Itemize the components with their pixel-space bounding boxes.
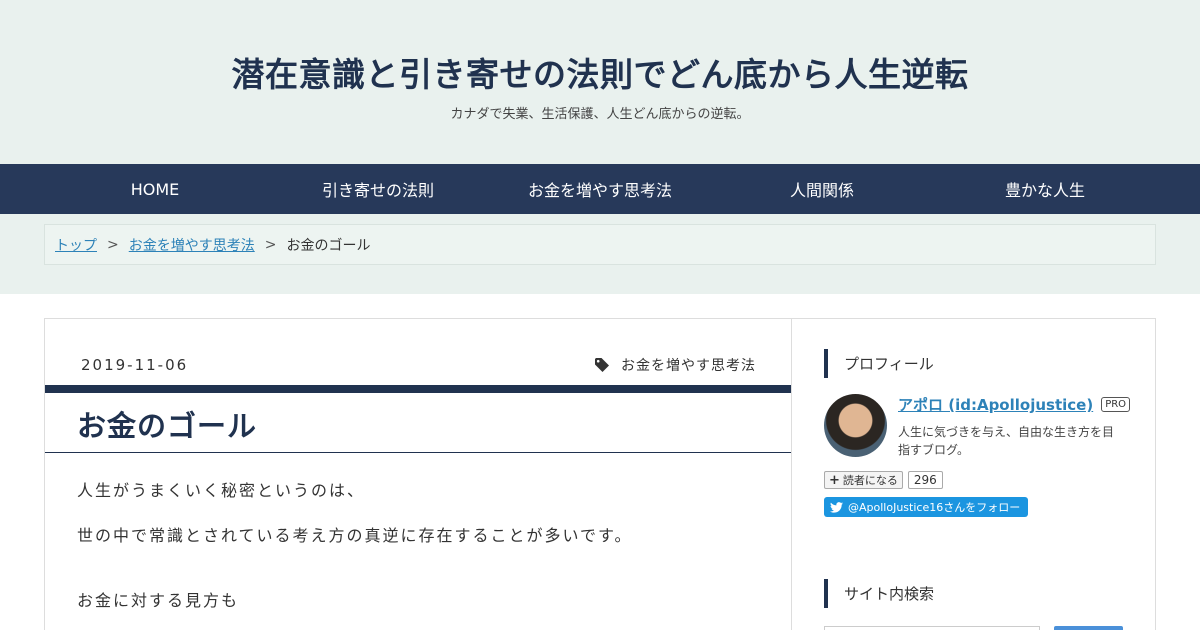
profile-name-line: アポロ (id:Apollojustice) PRO [898, 394, 1131, 415]
reader-count: 296 [907, 471, 943, 489]
plus-icon: + [829, 472, 840, 488]
pro-badge: PRO [1101, 397, 1131, 412]
entry-category-label: お金を増やす思考法 [621, 358, 756, 374]
entry-card: 2019-11-06 お金を増やす思考法 お金のゴール 人生がうまくいく秘密とい… [44, 318, 792, 630]
breadcrumb-separator: > [264, 236, 277, 253]
site-header: 潜在意識と引き寄せの法則でどん底から人生逆転 カナダで失業、生活保護、人生どん底… [0, 0, 1200, 164]
content-area: 2019-11-06 お金を増やす思考法 お金のゴール 人生がうまくいく秘密とい… [0, 294, 1200, 630]
twitter-bird-icon [830, 501, 843, 513]
sidebar: プロフィール アポロ (id:Apollojustice) PRO 人生に気づき… [791, 318, 1156, 630]
entry-body: 人生がうまくいく秘密というのは、 世の中で常識とされている考え方の真逆に存在する… [77, 481, 756, 630]
nav-item-relationships[interactable]: 人間関係 [754, 164, 890, 214]
site-title[interactable]: 潜在意識と引き寄せの法則でどん底から人生逆転 [0, 0, 1200, 96]
breadcrumb-area: トップ > お金を増やす思考法 > お金のゴール [0, 214, 1200, 294]
search-button[interactable] [1054, 626, 1123, 630]
entry-paragraph: 人生がうまくいく秘密というのは、 [77, 481, 366, 500]
tag-icon [595, 358, 609, 372]
title-underline [45, 452, 791, 453]
profile-heading: プロフィール [824, 349, 934, 378]
twitter-follow-label: @ApolloJustice16さんをフォロー [848, 501, 1021, 514]
avatar[interactable] [824, 394, 887, 457]
global-nav: HOME 引き寄せの法則 お金を増やす思考法 人間関係 豊かな人生 [0, 164, 1200, 214]
breadcrumb-top-link[interactable]: トップ [55, 235, 97, 255]
subscribe-label: 読者になる [842, 474, 898, 487]
breadcrumb: トップ > お金を増やす思考法 > お金のゴール [44, 224, 1156, 265]
breadcrumb-current: お金のゴール [286, 237, 371, 254]
entry-date[interactable]: 2019-11-06 [81, 356, 188, 374]
site-description: カナダで失業、生活保護、人生どん底からの逆転。 [450, 107, 750, 122]
title-top-bar [45, 385, 791, 393]
breadcrumb-category-link[interactable]: お金を増やす思考法 [129, 235, 255, 255]
search-heading: サイト内検索 [824, 579, 934, 608]
entry-paragraph: 世の中で常識とされている考え方の真逆に存在することが多いです。 [77, 526, 633, 545]
profile-name-link[interactable]: アポロ (id:Apollojustice) [898, 394, 1093, 415]
profile-module: アポロ (id:Apollojustice) PRO 人生に気づきを与え、自由な… [824, 394, 1131, 459]
profile-info: アポロ (id:Apollojustice) PRO 人生に気づきを与え、自由な… [898, 394, 1131, 459]
twitter-follow-button[interactable]: @ApolloJustice16さんをフォロー [824, 497, 1029, 517]
nav-item-rich-life[interactable]: 豊かな人生 [890, 164, 1200, 214]
subscribe-button[interactable]: + 読者になる [824, 471, 903, 489]
entry-meta: 2019-11-06 お金を増やす思考法 [81, 355, 756, 375]
nav-item-money-mindset[interactable]: お金を増やす思考法 [446, 164, 754, 214]
entry-title[interactable]: お金のゴール [77, 403, 257, 445]
profile-description: 人生に気づきを与え、自由な生き方を目指すブログ。 [898, 425, 1115, 457]
search-input[interactable] [824, 626, 1040, 630]
entry-category[interactable]: お金を増やす思考法 [595, 355, 756, 375]
reader-row: + 読者になる 296 [824, 471, 943, 489]
entry-paragraph: お金に対する見方も [77, 591, 240, 610]
nav-item-home[interactable]: HOME [0, 164, 310, 214]
breadcrumb-separator: > [107, 236, 119, 253]
nav-item-law-of-attraction[interactable]: 引き寄せの法則 [310, 164, 446, 214]
